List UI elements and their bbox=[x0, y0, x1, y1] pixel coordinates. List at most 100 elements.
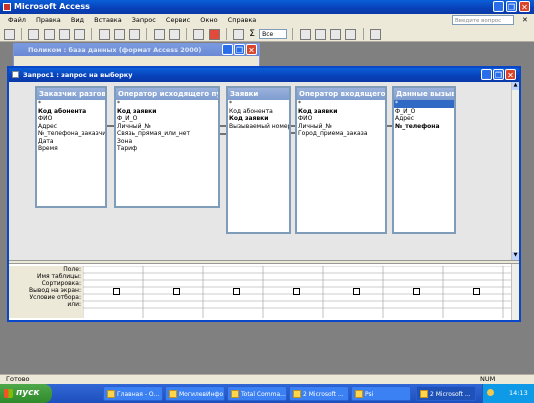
field-item[interactable]: Код заявки bbox=[228, 115, 289, 123]
field-item[interactable]: №_телефона bbox=[394, 123, 454, 131]
spell-icon[interactable] bbox=[74, 28, 86, 40]
taskbar-item[interactable]: 2 Microsoft ... bbox=[289, 386, 349, 401]
scroll-down-arrow[interactable]: ▼ bbox=[512, 252, 519, 260]
query-window-minimize[interactable]: _ bbox=[481, 69, 492, 80]
table-pane-vscroll[interactable]: ▲ ▼ bbox=[511, 82, 519, 260]
paste-icon[interactable] bbox=[129, 28, 141, 40]
menu-help[interactable]: Справка bbox=[228, 16, 257, 24]
field-item[interactable]: Код абонента bbox=[37, 108, 105, 116]
show-checkbox[interactable] bbox=[173, 288, 180, 295]
database-window-close[interactable]: ✕ bbox=[246, 44, 257, 55]
field-item[interactable]: Код заявки bbox=[116, 108, 218, 116]
taskbar-item[interactable]: Psi bbox=[351, 386, 411, 401]
table-title[interactable]: Заявки bbox=[228, 88, 289, 100]
query-window-title-bar[interactable]: Запрос1 : запрос на выборку _ ❐ ✕ bbox=[9, 68, 519, 82]
minimize-button[interactable]: _ bbox=[493, 1, 504, 12]
menu-view[interactable]: Вид bbox=[71, 16, 84, 24]
field-item[interactable]: * bbox=[116, 100, 218, 108]
tray-icon[interactable] bbox=[487, 389, 494, 396]
field-item[interactable]: Код абонента bbox=[228, 108, 289, 116]
table-dannye-vyzyv[interactable]: Данные вызыв... * Ф_И_О Адрес №_телефона bbox=[392, 86, 456, 234]
field-item[interactable]: ФИО bbox=[37, 115, 105, 123]
menu-insert[interactable]: Вставка bbox=[94, 16, 122, 24]
clock[interactable]: 14:13 bbox=[509, 389, 528, 397]
show-checkbox[interactable] bbox=[293, 288, 300, 295]
view-icon[interactable] bbox=[4, 28, 15, 40]
field-item[interactable]: Ф_И_О bbox=[394, 108, 454, 116]
preview-icon[interactable] bbox=[58, 28, 70, 40]
taskbar-item[interactable]: Главная - О... bbox=[103, 386, 163, 401]
scroll-up-arrow[interactable]: ▲ bbox=[512, 82, 519, 90]
start-button[interactable]: пуск bbox=[0, 384, 52, 403]
redo-icon[interactable] bbox=[168, 28, 180, 40]
field-item[interactable]: Город_приема_заказа bbox=[297, 130, 385, 138]
field-item[interactable]: Ф_И_О bbox=[116, 115, 218, 123]
query-window-maximize[interactable]: ❐ bbox=[493, 69, 504, 80]
taskbar-item[interactable]: МогилевИнфо bbox=[165, 386, 225, 401]
run-icon[interactable] bbox=[208, 28, 220, 40]
table-title[interactable]: Оператор входящего п... bbox=[297, 88, 385, 100]
print-icon[interactable] bbox=[43, 28, 55, 40]
field-item[interactable]: * bbox=[37, 100, 105, 108]
field-item[interactable]: Адрес bbox=[37, 123, 105, 131]
field-item[interactable]: Дата bbox=[37, 138, 105, 146]
database-window-maximize[interactable]: ❐ bbox=[234, 44, 245, 55]
query-window[interactable]: Запрос1 : запрос на выборку _ ❐ ✕ Заказч… bbox=[7, 66, 521, 322]
menu-edit[interactable]: Правка bbox=[36, 16, 61, 24]
design-grid-pane[interactable]: Поле: Имя таблицы: Сортировка: Вывод на … bbox=[9, 264, 519, 320]
field-item[interactable]: Личный_№ bbox=[297, 123, 385, 131]
maximize-button[interactable]: ❐ bbox=[506, 1, 517, 12]
new-object-icon[interactable] bbox=[345, 28, 357, 40]
top-values-select[interactable]: Все bbox=[259, 29, 288, 39]
close-doc-icon[interactable]: ✕ bbox=[522, 14, 528, 27]
query-window-close[interactable]: ✕ bbox=[505, 69, 516, 80]
table-operator-vkhod[interactable]: Оператор входящего п... * Код заявки ФИО… bbox=[295, 86, 387, 234]
show-checkbox[interactable] bbox=[473, 288, 480, 295]
totals-icon[interactable]: Σ bbox=[249, 29, 255, 39]
database-window[interactable]: Поликом : база данных (формат Access 200… bbox=[13, 43, 260, 67]
show-checkbox[interactable] bbox=[413, 288, 420, 295]
menu-tools[interactable]: Сервис bbox=[166, 16, 190, 24]
field-item[interactable]: Зона bbox=[116, 138, 218, 146]
field-item[interactable]: ФИО bbox=[297, 115, 385, 123]
field-item[interactable]: * bbox=[394, 100, 454, 108]
close-button[interactable]: ✕ bbox=[519, 1, 530, 12]
table-operator-iskhod[interactable]: Оператор исходящего пункта * Код заявки … bbox=[114, 86, 220, 208]
taskbar-item[interactable]: Total Comma... bbox=[227, 386, 287, 401]
app-title-bar[interactable]: Microsoft Access _ ❐ ✕ bbox=[0, 0, 534, 14]
field-item[interactable]: Код заявки bbox=[297, 108, 385, 116]
menu-file[interactable]: Файл bbox=[8, 16, 26, 24]
build-icon[interactable] bbox=[314, 28, 326, 40]
database-window-title-bar[interactable]: Поликом : база данных (формат Access 200… bbox=[14, 44, 259, 56]
field-item[interactable]: * bbox=[228, 100, 289, 108]
show-checkbox[interactable] bbox=[113, 288, 120, 295]
menu-window[interactable]: Окно bbox=[200, 16, 217, 24]
menu-query[interactable]: Запрос bbox=[132, 16, 156, 24]
taskbar-item[interactable]: 2 Microsoft ... bbox=[416, 386, 476, 401]
properties-icon[interactable] bbox=[299, 28, 311, 40]
undo-icon[interactable] bbox=[153, 28, 165, 40]
table-zayavki[interactable]: Заявки * Код абонента Код заявки Вызывае… bbox=[226, 86, 291, 234]
help-search-input[interactable]: Введите вопрос bbox=[452, 15, 514, 25]
show-table-icon[interactable] bbox=[232, 28, 244, 40]
help-icon[interactable] bbox=[369, 28, 381, 40]
save-icon[interactable] bbox=[28, 28, 40, 40]
show-checkbox[interactable] bbox=[353, 288, 360, 295]
show-checkbox[interactable] bbox=[233, 288, 240, 295]
field-item[interactable]: Тариф bbox=[116, 145, 218, 153]
field-item[interactable]: Личный_№ bbox=[116, 123, 218, 131]
field-item[interactable]: Адрес bbox=[394, 115, 454, 123]
cut-icon[interactable] bbox=[98, 28, 110, 40]
table-pane[interactable]: Заказчик разговора * Код абонента ФИО Ад… bbox=[9, 82, 511, 260]
query-type-icon[interactable] bbox=[193, 28, 205, 40]
field-item[interactable]: №_телефона_заказчика bbox=[37, 130, 105, 138]
table-title[interactable]: Оператор исходящего пункта bbox=[116, 88, 218, 100]
field-item[interactable]: * bbox=[297, 100, 385, 108]
table-title[interactable]: Заказчик разговора bbox=[37, 88, 105, 100]
copy-icon[interactable] bbox=[113, 28, 125, 40]
field-item[interactable]: Время bbox=[37, 145, 105, 153]
table-zakazchik[interactable]: Заказчик разговора * Код абонента ФИО Ад… bbox=[35, 86, 107, 208]
field-item[interactable]: Связь_прямая_или_нет bbox=[116, 130, 218, 138]
field-item[interactable]: Вызываемый номер bbox=[228, 123, 289, 131]
database-window-icon[interactable] bbox=[330, 28, 342, 40]
